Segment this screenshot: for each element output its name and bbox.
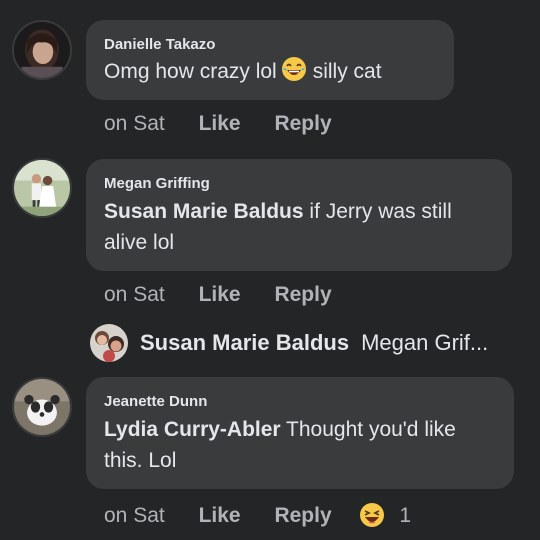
comment-text-line2: alive lol bbox=[104, 231, 175, 254]
comment-time: on Sat bbox=[104, 504, 165, 527]
avatar-susan bbox=[90, 324, 128, 362]
comment-actions: on Sat Like Reply bbox=[104, 112, 332, 136]
avatar-jeanette[interactable] bbox=[12, 377, 72, 437]
avatar-danielle[interactable] bbox=[12, 20, 72, 80]
comment-text: Lydia Curry-Abler Thought you'd like bbox=[104, 414, 456, 446]
reaction-summary[interactable]: 1 bbox=[359, 502, 411, 528]
haha-reaction-icon bbox=[360, 503, 385, 527]
comment-actions: on Sat Like Reply bbox=[104, 283, 332, 307]
comment-text-part: Thought you'd like bbox=[280, 418, 456, 441]
comment-actions: on Sat Like Reply 1 bbox=[104, 502, 411, 528]
comment-author[interactable]: Megan Griffing bbox=[104, 175, 210, 192]
comment-text-part: Omg how crazy lol bbox=[104, 60, 277, 83]
comment-text: Omg how crazy lol silly cat bbox=[104, 56, 382, 88]
reply-author[interactable]: Susan Marie Baldus bbox=[140, 330, 349, 356]
reply-preview[interactable]: Susan Marie Baldus Megan Grif... bbox=[90, 323, 530, 363]
like-button[interactable]: Like bbox=[199, 504, 241, 528]
comment-bubble: Danielle Takazo Omg how crazy lol silly … bbox=[86, 20, 454, 100]
reaction-count: 1 bbox=[399, 504, 411, 527]
mention-link[interactable]: Susan Marie Baldus bbox=[104, 200, 304, 223]
comment-author[interactable]: Jeanette Dunn bbox=[104, 393, 207, 410]
comment-time: on Sat bbox=[104, 283, 165, 306]
like-button[interactable]: Like bbox=[199, 112, 241, 136]
reply-button[interactable]: Reply bbox=[274, 504, 331, 528]
avatar-megan[interactable] bbox=[12, 158, 72, 218]
profile-photo-icon bbox=[14, 22, 70, 78]
comment-bubble: Jeanette Dunn Lydia Curry-Abler Thought … bbox=[86, 377, 514, 489]
laughing-face-icon bbox=[281, 57, 306, 81]
comment-bubble: Megan Griffing Susan Marie Baldus if Jer… bbox=[86, 159, 512, 271]
like-button[interactable]: Like bbox=[199, 283, 241, 307]
comment-text-line2: this. Lol bbox=[104, 449, 177, 472]
mention-link[interactable]: Lydia Curry-Abler bbox=[104, 418, 281, 441]
comment-text: Susan Marie Baldus if Jerry was still bbox=[104, 196, 452, 228]
comment-time: on Sat bbox=[104, 112, 165, 135]
reply-button[interactable]: Reply bbox=[274, 112, 331, 136]
profile-photo-icon bbox=[14, 379, 70, 435]
reply-button[interactable]: Reply bbox=[274, 283, 331, 307]
comment-author[interactable]: Danielle Takazo bbox=[104, 36, 215, 53]
reply-text: Megan Grif... bbox=[361, 330, 489, 355]
profile-photo-icon bbox=[90, 324, 128, 362]
comment-text-part: silly cat bbox=[312, 60, 382, 83]
comment-text-part: if Jerry was still bbox=[303, 200, 452, 223]
profile-photo-icon bbox=[14, 160, 70, 216]
